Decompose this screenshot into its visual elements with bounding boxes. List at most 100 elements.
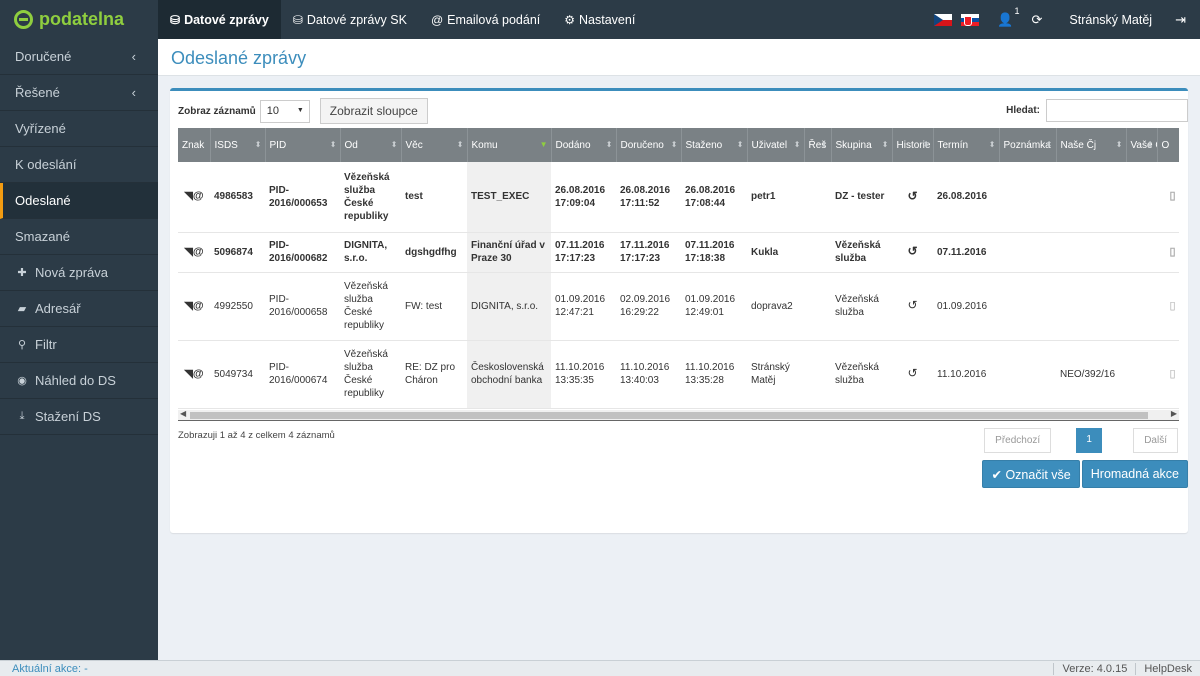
sort-icon: ⬍ <box>254 140 262 149</box>
scroll-left-icon[interactable]: ◀ <box>180 409 186 418</box>
column-header[interactable]: Naše Čj ⬍ <box>1056 128 1127 162</box>
column-header[interactable]: Věc ⬍ <box>401 128 468 162</box>
page-title: Odeslané zprávy <box>171 48 307 68</box>
column-header[interactable]: Staženo ⬍ <box>681 128 748 162</box>
our-ref-cell: NEO/392/16 <box>1056 340 1126 409</box>
sort-icon: ⬍ <box>605 140 613 149</box>
sidebar-item-label: Řešené <box>15 85 60 100</box>
delivered-cell: 26.08.2016 17:09:04 <box>551 162 616 233</box>
user-notifications-icon[interactable]: 👤 1 <box>997 6 1019 28</box>
column-header[interactable]: Uživatel ⬍ <box>747 128 805 162</box>
column-header[interactable]: PID ⬍ <box>265 128 341 162</box>
column-header[interactable]: Termín ⬍ <box>933 128 1000 162</box>
sidebar-item-7[interactable]: ▰ Adresář <box>0 291 158 327</box>
your-ref-cell <box>1126 272 1157 341</box>
history-icon[interactable]: ↺ <box>907 244 917 258</box>
page-1-button[interactable]: 1 <box>1076 428 1103 453</box>
search-label: Hledat: <box>1006 105 1040 116</box>
sidebar-item-2[interactable]: Vyřízené <box>0 111 158 147</box>
sort-icon: ⬍ <box>988 140 996 149</box>
subject-cell: test <box>401 162 467 233</box>
topnav-item-3[interactable]: ⚙ Nastavení <box>552 0 647 39</box>
sort-icon: ⬍ <box>329 140 337 149</box>
logout-icon[interactable]: ⇥ <box>1175 12 1186 28</box>
chevron-left-icon: ‹ <box>131 85 136 100</box>
czech-flag-icon[interactable] <box>934 13 953 26</box>
file-icon[interactable]: ▯ <box>1169 246 1175 258</box>
mark-all-button[interactable]: ✔ Označit vše <box>982 460 1080 488</box>
file-icon[interactable]: ▯ <box>1169 190 1175 202</box>
current-action[interactable]: Aktuální akce: - <box>0 663 88 675</box>
column-header[interactable]: Znak <box>178 128 211 162</box>
page-size-label: Zobraz záznamů <box>178 105 256 117</box>
column-header[interactable]: O <box>1157 128 1179 162</box>
column-header[interactable]: Dodáno ⬍ <box>551 128 617 162</box>
column-header[interactable]: Od ⬍ <box>340 128 402 162</box>
history-icon[interactable]: ↺ <box>907 298 917 312</box>
group-cell: Vězeňská služba <box>831 232 892 273</box>
bulk-action-button[interactable]: Hromadná akce <box>1081 460 1188 488</box>
history-icon[interactable]: ↺ <box>907 189 917 203</box>
history-icon[interactable]: ↺ <box>907 366 917 380</box>
app-logo[interactable]: podatelna <box>0 0 158 39</box>
page-size-select[interactable]: 10 <box>259 99 310 123</box>
sidebar-item-9[interactable]: ◉ Náhled do DS <box>0 363 158 399</box>
scrollbar-thumb[interactable] <box>190 412 1148 419</box>
column-header-label: Znak <box>182 139 205 151</box>
column-header-label: Komu <box>471 139 498 151</box>
sidebar-item-8[interactable]: ⚲ Filtr <box>0 327 158 363</box>
sidebar-item-5[interactable]: Smazané <box>0 219 158 255</box>
sidebar-item-4[interactable]: Odeslané <box>0 183 158 219</box>
table-row[interactable]: ◥@ 5049734 PID-2016/000674 Vězeňská služba … <box>178 340 1179 409</box>
sidebar-item-10[interactable]: ⤓ Stažení DS <box>0 399 158 435</box>
user-cell: Kukla <box>747 232 804 273</box>
slovak-flag-icon[interactable] <box>961 13 980 26</box>
user-name[interactable]: Stránský Matěj <box>1069 13 1152 27</box>
messages-table: Znak ISDS ⬍ PID ⬍ Od ⬍ Věc ⬍ Komu ▼ Dodáno ⬍ Doručeno… <box>178 128 1179 409</box>
sidebar-item-label: K odeslání <box>15 157 77 172</box>
app-logo-text: podatelna <box>39 9 125 29</box>
file-icon[interactable]: ▯ <box>1169 368 1175 380</box>
your-ref-cell <box>1126 162 1157 233</box>
column-header[interactable]: Skupina ⬍ <box>831 128 893 162</box>
column-header[interactable]: ISDS ⬍ <box>210 128 266 162</box>
topnav-item-0[interactable]: ⛁ Datové zprávy <box>158 0 281 39</box>
column-header[interactable]: Vaše Čj⬍ <box>1126 128 1158 162</box>
column-header[interactable]: Komu ▼ <box>467 128 552 162</box>
prev-page-button[interactable]: Předchozí <box>984 428 1052 453</box>
next-page-button[interactable]: Další <box>1133 428 1178 453</box>
refresh-icon[interactable]: ⟳ <box>1032 12 1043 28</box>
sidebar-item-6[interactable]: ✚ Nová zpráva <box>0 255 158 291</box>
pid-cell: PID-2016/000658 <box>265 272 340 341</box>
sidebar-item-1[interactable]: Řešené ‹ <box>0 75 158 111</box>
column-header[interactable]: Doručeno ⬍ <box>616 128 682 162</box>
horizontal-scrollbar[interactable]: ◀ ▶ <box>178 409 1179 421</box>
column-header[interactable]: Poznámka ⬍ <box>999 128 1057 162</box>
table-row[interactable]: ◥@ 4992550 PID-2016/000658 Vězeňská služba … <box>178 272 1179 341</box>
user-cell: doprava2 <box>747 272 804 341</box>
topnav-item-2[interactable]: @ Emailová podání <box>419 0 552 39</box>
table-body: ◥@ 4986583 PID-2016/000653 Vězeňská služba … <box>178 162 1179 409</box>
user-cell: Stránský Matěj <box>747 340 804 409</box>
show-columns-button[interactable]: Zobrazit sloupce <box>319 98 428 124</box>
file-cell: ▯ <box>1157 272 1179 341</box>
topnav-item-1[interactable]: ⛁ Datové zprávy SK <box>281 0 419 39</box>
sidebar-item-3[interactable]: K odeslání <box>0 147 158 183</box>
scroll-right-icon[interactable]: ▶ <box>1171 409 1177 418</box>
table-row[interactable]: ◥@ 5096874 PID-2016/000682 DIGNITA, s.r.o. d… <box>178 232 1179 273</box>
column-header[interactable]: Historie ⬍ <box>892 128 934 162</box>
sort-icon: ⬍ <box>736 140 744 149</box>
group-cell: Vězeňská služba <box>831 272 892 341</box>
delivered-cell: 11.10.2016 13:35:35 <box>551 340 616 409</box>
search-input[interactable] <box>1046 99 1188 122</box>
book-icon: ▰ <box>17 303 27 315</box>
your-ref-cell <box>1126 232 1157 273</box>
notification-count: 1 <box>1014 5 1020 16</box>
table-row[interactable]: ◥@ 4986583 PID-2016/000653 Vězeňská služba … <box>178 162 1179 233</box>
helpdesk-link[interactable]: HelpDesk <box>1135 662 1200 675</box>
column-header-label: Naše Čj <box>1060 139 1097 151</box>
pid-cell: PID-2016/000653 <box>265 162 340 233</box>
column-header[interactable]: Řeš ⬍ <box>804 128 832 162</box>
file-icon[interactable]: ▯ <box>1169 300 1175 312</box>
sidebar-item-0[interactable]: Doručené ‹ <box>0 39 158 75</box>
